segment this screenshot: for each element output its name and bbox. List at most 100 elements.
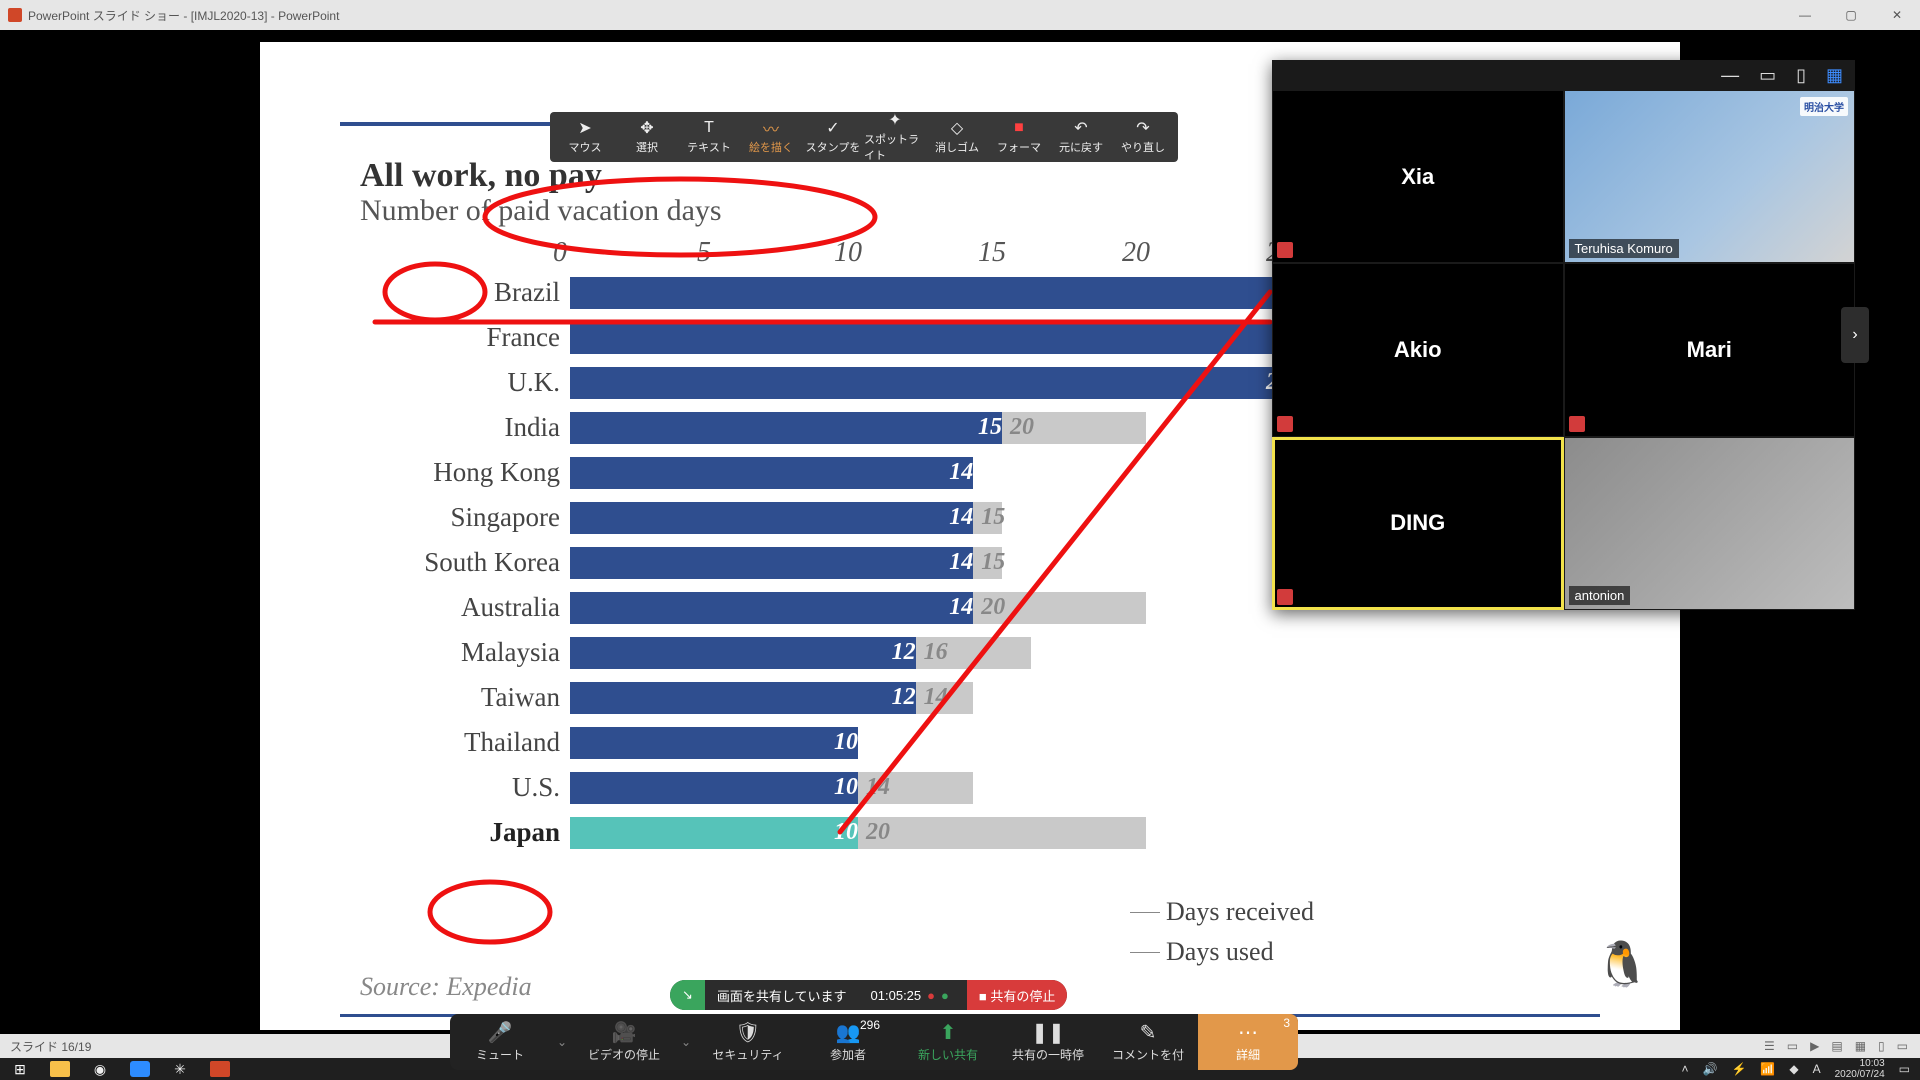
zoom-audio-menu-button[interactable]: ⌄	[550, 1014, 574, 1070]
chart-row-label: Brazil	[380, 277, 570, 308]
notifications-icon[interactable]: ▭	[1899, 1062, 1910, 1076]
participant-tile-speaking[interactable]: DING	[1272, 437, 1564, 610]
anno-redo-button[interactable]: ↷やり直し	[1112, 112, 1174, 162]
chart-source: Source: Expedia	[360, 972, 532, 1002]
axis-tick: 20	[1122, 237, 1150, 269]
value-used: 14	[570, 592, 981, 624]
chart-row-label: India	[380, 412, 570, 443]
chart-row: U.S.1014	[380, 765, 1410, 810]
share-handle[interactable]: ↘	[670, 980, 705, 1010]
value-used: 25	[570, 367, 1298, 399]
anno-format-button[interactable]: ■フォーマ	[988, 112, 1050, 162]
mute-icon	[1277, 416, 1293, 432]
participant-tile[interactable]: Mari	[1564, 263, 1856, 436]
comments-icon[interactable]: ▭	[1787, 1039, 1798, 1053]
undo-icon: ↶	[1074, 119, 1087, 137]
people-icon: 👥	[836, 1022, 861, 1044]
tray-chevron-icon[interactable]: ˄	[1681, 1062, 1688, 1076]
value-received: 15	[973, 502, 1010, 534]
reading-view-icon[interactable]: ▦	[1855, 1039, 1866, 1053]
zoom-grid-view-icon[interactable]: ▦	[1826, 65, 1843, 86]
powerpoint-titlebar: PowerPoint スライド ショー - [IMJL2020-13] - Po…	[0, 0, 1920, 30]
anno-stamp-button[interactable]: ✓スタンプを	[802, 112, 864, 162]
dropbox-icon[interactable]: ◆	[1789, 1062, 1798, 1076]
chart-row: Hong Kong14	[380, 450, 1410, 495]
participant-tile[interactable]: 明治大学 Teruhisa Komuro	[1564, 90, 1856, 263]
ime-indicator[interactable]: A	[1813, 1062, 1821, 1076]
chart-row: Malaysia1216	[380, 630, 1410, 675]
zoom-stack-icon[interactable]: ▯	[1796, 65, 1806, 86]
zoom-video-panel[interactable]: — ▭ ▯ ▦ Xia 明治大学 Teruhisa Komuro Akio Ma…	[1272, 60, 1855, 610]
mute-icon	[1569, 416, 1585, 432]
value-used: 10	[570, 727, 866, 759]
chart-row-label: Malaysia	[380, 637, 570, 668]
zoom-video-menu-button[interactable]: ⌄	[674, 1014, 698, 1070]
zoom-share-bar: ↘ 画面を共有しています 01:05:25●● ■ 共有の停止	[670, 980, 1067, 1010]
slideshow-view-icon[interactable]: ▯	[1878, 1039, 1885, 1053]
chart-row-label: Taiwan	[380, 682, 570, 713]
participant-tile[interactable]: Xia	[1272, 90, 1564, 263]
zoom-new-share-button[interactable]: ⬆新しい共有	[898, 1014, 998, 1070]
anno-mouse-button[interactable]: ➤マウス	[554, 112, 616, 162]
sharing-label: 画面を共有しています	[717, 986, 847, 1005]
window-close-button[interactable]: ✕	[1874, 0, 1920, 30]
system-clock[interactable]: 10:032020/07/24	[1835, 1058, 1885, 1080]
chart-row-label: South Korea	[380, 547, 570, 578]
value-used: 12	[570, 637, 924, 669]
more-count: 3	[1283, 1016, 1290, 1030]
zoom-panel-toolbar: — ▭ ▯ ▦	[1272, 60, 1855, 90]
value-received: 14	[916, 682, 982, 714]
move-icon: ✥	[640, 119, 653, 137]
zoom-slider-icon[interactable]: ▭	[1897, 1039, 1908, 1053]
value-received: 16	[916, 637, 1039, 669]
zoom-more-button[interactable]: ⋯詳細3	[1198, 1014, 1298, 1070]
zoom-annotate-button[interactable]: ✎コメントを付	[1098, 1014, 1198, 1070]
zoom-security-button[interactable]: 🛡セキュリティ	[698, 1014, 798, 1070]
powerpoint-icon	[8, 8, 22, 22]
sorter-view-icon[interactable]: ▤	[1831, 1039, 1842, 1053]
chart-row: Australia1420	[380, 585, 1410, 630]
anno-undo-button[interactable]: ↶元に戻す	[1050, 112, 1112, 162]
zoom-next-page-button[interactable]: ›	[1841, 307, 1869, 363]
participant-tile[interactable]: Akio	[1272, 263, 1564, 436]
chart-subtitle: Number of paid vacation days	[360, 194, 722, 227]
network-icon[interactable]: ⚡	[1731, 1062, 1746, 1076]
stop-share-button[interactable]: ■ 共有の停止	[967, 980, 1067, 1010]
window-minimize-button[interactable]: —	[1782, 0, 1828, 30]
zoom-participants-button[interactable]: 👥参加者296	[798, 1014, 898, 1070]
chart-row: South Korea1415	[380, 540, 1410, 585]
record-icon: ●	[927, 988, 935, 1003]
legend-received: Days received	[1166, 897, 1314, 927]
zoom-mute-button[interactable]: 🎤ミュート	[450, 1014, 550, 1070]
anno-draw-button[interactable]: 〰絵を描く	[740, 112, 802, 162]
zoom-video-button[interactable]: 🎥ビデオの停止	[574, 1014, 674, 1070]
window-maximize-button[interactable]: ▢	[1828, 0, 1874, 30]
zoom-restore-icon[interactable]: ▭	[1759, 65, 1776, 86]
value-used: 10	[570, 772, 866, 804]
microphone-icon: 🎤	[488, 1022, 513, 1044]
file-explorer-icon[interactable]	[50, 1061, 70, 1077]
share-timer: 01:05:25	[871, 988, 922, 1003]
slack-icon[interactable]: ✳	[170, 1061, 190, 1077]
zoom-pause-share-button[interactable]: ❚❚共有の一時停	[998, 1014, 1098, 1070]
speaker-icon[interactable]: 🔊	[1702, 1062, 1717, 1076]
participant-tile[interactable]: antonion	[1564, 437, 1856, 610]
anno-spotlight-button[interactable]: ✦スポットライト	[864, 112, 926, 162]
value-used: 14	[570, 457, 981, 489]
anno-select-button[interactable]: ✥選択	[616, 112, 678, 162]
anno-text-button[interactable]: Tテキスト	[678, 112, 740, 162]
normal-view-icon[interactable]: ▶	[1810, 1039, 1819, 1053]
check-icon: ✓	[826, 119, 839, 137]
chrome-icon[interactable]: ◉	[90, 1061, 110, 1077]
participant-name: Mari	[1687, 337, 1732, 363]
anno-eraser-button[interactable]: ◇消しゴム	[926, 112, 988, 162]
powerpoint-taskbar-icon[interactable]	[210, 1061, 230, 1077]
start-button[interactable]: ⊞	[10, 1061, 30, 1077]
zoom-app-icon[interactable]	[130, 1061, 150, 1077]
zoom-minimize-icon[interactable]: —	[1721, 65, 1739, 86]
format-icon: ■	[1014, 119, 1024, 137]
wifi-icon[interactable]: 📶	[1760, 1062, 1775, 1076]
zoom-video-grid: Xia 明治大学 Teruhisa Komuro Akio Mari DING …	[1272, 90, 1855, 610]
notes-view-icon[interactable]: ☰	[1764, 1039, 1775, 1053]
chart-row: Thailand10	[380, 720, 1410, 765]
